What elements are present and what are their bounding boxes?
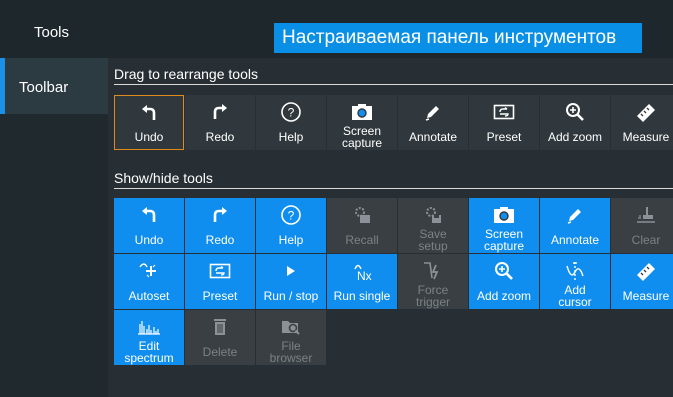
tool-run-button[interactable]: Run / stop <box>256 254 326 309</box>
tool-camera-button[interactable]: Screen capture <box>469 198 539 253</box>
undo-icon <box>139 202 159 228</box>
tool-file-browser-button[interactable]: File browser <box>256 310 326 365</box>
preset-icon <box>493 99 515 125</box>
tool-delete-button[interactable]: Delete <box>185 310 255 365</box>
app-title: Tools <box>34 24 70 41</box>
tool-ruler-button[interactable]: Measure <box>611 95 673 150</box>
tool-label: Recall <box>345 233 379 247</box>
sidebar-item-toolbar[interactable]: Toolbar <box>0 58 108 114</box>
tool-label: Help <box>278 130 304 144</box>
tool-force-trigger-button[interactable]: Force trigger <box>398 254 468 309</box>
tool-label: Annotate <box>550 233 600 247</box>
tool-redo-button[interactable]: Redo <box>185 95 255 150</box>
svg-text:?: ? <box>288 209 295 223</box>
delete-icon <box>211 314 229 340</box>
tool-save-setup-button[interactable]: Save setup <box>398 198 468 253</box>
section-heading-rearrange: Drag to rearrange tools <box>114 62 673 85</box>
tool-label: Annotate <box>408 130 458 144</box>
section-heading-label: Show/hide tools <box>114 170 213 186</box>
tool-help-button[interactable]: ? Help <box>256 95 326 150</box>
tool-label: Edit spectrum <box>124 339 174 365</box>
pen-icon <box>565 202 585 228</box>
tool-label: Save setup <box>418 227 448 253</box>
show-hide-grid: Undo Redo? Help Recall Save setup Screen capt… <box>114 198 673 365</box>
tool-label: Add cursor <box>558 283 592 309</box>
tool-label: Add zoom <box>476 289 532 303</box>
recall-icon <box>352 202 372 228</box>
preset-icon <box>209 258 231 284</box>
tool-ruler-button[interactable]: Measure <box>611 254 673 309</box>
svg-text:?: ? <box>288 106 295 120</box>
tool-recall-button[interactable]: Recall <box>327 198 397 253</box>
tool-preset-button[interactable]: Preset <box>185 254 255 309</box>
undo-icon <box>139 100 159 125</box>
tool-run-single-button[interactable]: Nx Run single <box>327 254 397 309</box>
svg-text:Nx: Nx <box>357 269 372 282</box>
file-browser-icon <box>280 314 302 340</box>
tool-clear-button[interactable]: Clear <box>611 198 673 253</box>
camera-icon <box>493 202 515 228</box>
help-icon: ? <box>280 202 302 228</box>
ruler-icon <box>635 99 657 125</box>
section-heading-label: Drag to rearrange tools <box>114 66 258 82</box>
redo-icon <box>210 202 230 228</box>
tool-zoom-button[interactable]: Add zoom <box>540 95 610 150</box>
zoom-icon <box>494 258 514 284</box>
cursor-icon <box>564 258 586 284</box>
run-icon <box>283 258 299 284</box>
tool-cursor-button[interactable]: Add cursor <box>540 254 610 309</box>
tool-label: Screen capture <box>483 227 525 253</box>
tool-pen-button[interactable]: Annotate <box>540 198 610 253</box>
tool-label: Add zoom <box>547 130 603 144</box>
tool-label: Measure <box>622 130 670 144</box>
run-single-icon: Nx <box>351 258 373 284</box>
tool-undo-button[interactable]: Undo <box>114 198 184 253</box>
tool-spectrum-button[interactable]: Edit spectrum <box>114 310 184 365</box>
tool-label: Preset <box>202 289 238 303</box>
tool-zoom-button[interactable]: Add zoom <box>469 254 539 309</box>
tool-label: Redo <box>205 130 235 144</box>
tool-undo-button[interactable]: Undo <box>114 95 184 150</box>
ruler-icon <box>635 258 657 284</box>
help-icon: ? <box>280 99 302 125</box>
tool-label: File browser <box>269 339 313 365</box>
tool-help-button[interactable]: ? Help <box>256 198 326 253</box>
tool-label: Delete <box>202 345 238 359</box>
tool-label: Undo <box>134 130 164 145</box>
tool-label: Help <box>278 233 304 247</box>
tool-label: Run single <box>333 289 391 303</box>
spectrum-icon <box>137 314 161 340</box>
toolbar-grid: Undo Redo? Help Screen capture Annotate Prese… <box>114 95 673 150</box>
tool-label: Autoset <box>128 289 170 303</box>
tool-pen-button[interactable]: Annotate <box>398 95 468 150</box>
tool-label: Force trigger <box>415 283 450 309</box>
tool-label: Measure <box>622 289 670 303</box>
force-trigger-icon <box>422 258 444 284</box>
tool-autoset-button[interactable]: Autoset <box>114 254 184 309</box>
clear-icon <box>635 202 657 228</box>
tool-label: Run / stop <box>263 289 319 303</box>
tool-label: Preset <box>486 130 522 144</box>
tool-label: Screen capture <box>341 124 383 150</box>
top-bar: Tools Настраиваемая панель инструментов <box>0 0 673 58</box>
save-setup-icon <box>423 202 443 228</box>
autoset-icon <box>138 258 160 284</box>
tool-preset-button[interactable]: Preset <box>469 95 539 150</box>
redo-icon <box>210 99 230 125</box>
zoom-icon <box>565 99 585 125</box>
tool-label: Undo <box>134 233 164 247</box>
tool-camera-button[interactable]: Screen capture <box>327 95 397 150</box>
tool-label: Clear <box>631 233 661 247</box>
camera-icon <box>351 99 373 125</box>
sidebar-item-label: Toolbar <box>19 79 69 96</box>
banner-title: Настраиваемая панель инструментов <box>274 23 642 53</box>
pen-icon <box>423 99 443 125</box>
tool-label: Redo <box>205 233 235 247</box>
tool-redo-button[interactable]: Redo <box>185 198 255 253</box>
section-heading-show-hide: Show/hide tools <box>114 166 673 189</box>
